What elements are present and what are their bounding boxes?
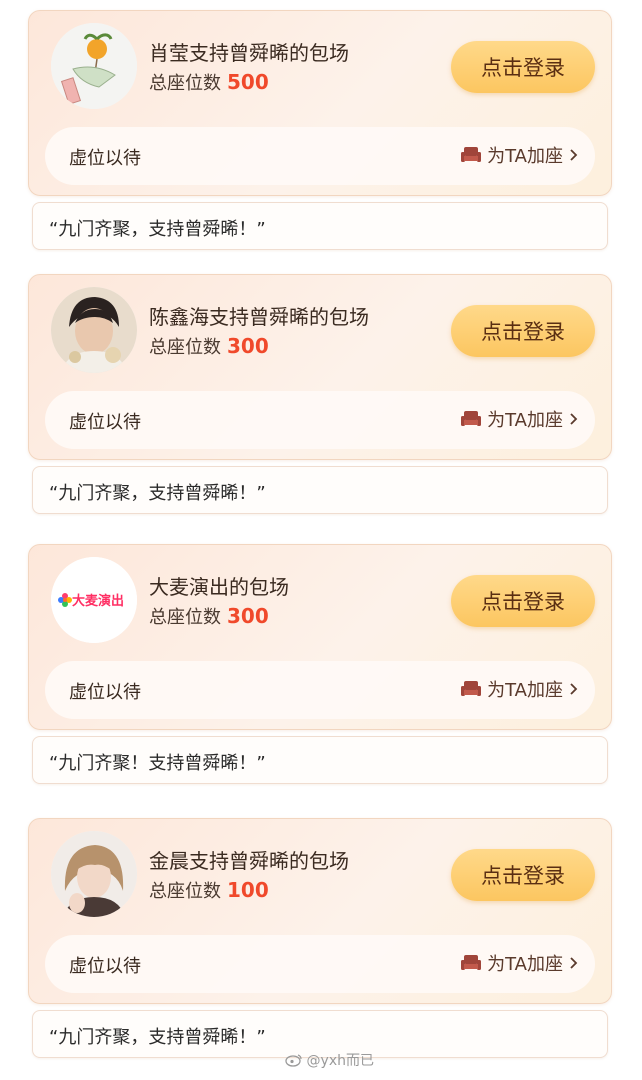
seat-status-bar: 虚位以待 为TA加座 xyxy=(45,661,595,719)
seats-count: 500 xyxy=(227,70,269,94)
total-seats: 总座位数 100 xyxy=(149,877,269,903)
total-seats: 总座位数 300 xyxy=(149,603,269,629)
sofa-icon xyxy=(461,411,482,426)
booking-block: 大麦演出 大麦演出的包场 总座位数 300 点击登录 虚位以待 为TA加座 “九门… xyxy=(28,544,612,784)
add-seat-link[interactable]: 为TA加座 xyxy=(461,950,579,976)
seats-label: 总座位数 xyxy=(149,607,221,628)
booking-card: 陈鑫海支持曾舜晞的包场 总座位数 300 点击登录 虚位以待 为TA加座 xyxy=(28,274,612,460)
support-message: “九门齐聚，支持曾舜晞！” xyxy=(32,466,608,514)
login-button[interactable]: 点击登录 xyxy=(451,41,595,93)
total-seats: 总座位数 500 xyxy=(149,69,269,95)
status-text: 虚位以待 xyxy=(69,682,141,703)
status-text: 虚位以待 xyxy=(69,148,141,169)
add-seat-label: 为TA加座 xyxy=(487,410,563,431)
seat-status-bar: 虚位以待 为TA加座 xyxy=(45,391,595,449)
chevron-right-icon xyxy=(570,413,578,425)
support-message: “九门齐聚！支持曾舜晞！” xyxy=(32,736,608,784)
seats-label: 总座位数 xyxy=(149,881,221,902)
seats-count: 100 xyxy=(227,878,269,902)
add-seat-link[interactable]: 为TA加座 xyxy=(461,142,579,168)
chevron-right-icon xyxy=(570,683,578,695)
login-button[interactable]: 点击登录 xyxy=(451,849,595,901)
avatar: 大麦演出 xyxy=(51,557,137,643)
person-photo xyxy=(51,831,137,917)
add-seat-link[interactable]: 为TA加座 xyxy=(461,406,579,432)
seats-count: 300 xyxy=(227,334,269,358)
person-photo xyxy=(51,287,137,373)
avatar xyxy=(51,831,137,917)
sofa-icon xyxy=(461,147,482,162)
total-seats: 总座位数 300 xyxy=(149,333,269,359)
chevron-right-icon xyxy=(570,957,578,969)
booking-card: 金晨支持曾舜晞的包场 总座位数 100 点击登录 虚位以待 为TA加座 xyxy=(28,818,612,1004)
booking-block: 陈鑫海支持曾舜晞的包场 总座位数 300 点击登录 虚位以待 为TA加座 “九门齐… xyxy=(28,274,612,514)
avatar xyxy=(51,287,137,373)
avatar xyxy=(51,23,137,109)
booking-card: 肖莹支持曾舜晞的包场 总座位数 500 点击登录 虚位以待 为TA加座 xyxy=(28,10,612,196)
sofa-icon xyxy=(461,681,482,696)
seat-status-bar: 虚位以待 为TA加座 xyxy=(45,935,595,993)
booking-title: 肖莹支持曾舜晞的包场 xyxy=(149,41,349,65)
damai-logo: 大麦演出 xyxy=(51,557,137,643)
booking-title: 大麦演出的包场 xyxy=(149,575,289,599)
seats-label: 总座位数 xyxy=(149,73,221,94)
booking-block: 肖莹支持曾舜晞的包场 总座位数 500 点击登录 虚位以待 为TA加座 “九门齐聚… xyxy=(28,10,612,250)
add-seat-label: 为TA加座 xyxy=(487,954,563,975)
support-message: “九门齐聚，支持曾舜晞！” xyxy=(32,202,608,250)
seats-label: 总座位数 xyxy=(149,337,221,358)
watermark-text: @yxh而已 xyxy=(306,1053,374,1069)
add-seat-label: 为TA加座 xyxy=(487,146,563,167)
status-text: 虚位以待 xyxy=(69,956,141,977)
weibo-icon xyxy=(284,1054,302,1067)
chevron-right-icon xyxy=(570,149,578,161)
wind-chime-icon xyxy=(51,23,137,109)
booking-title: 陈鑫海支持曾舜晞的包场 xyxy=(149,305,369,329)
login-button[interactable]: 点击登录 xyxy=(451,575,595,627)
add-seat-label: 为TA加座 xyxy=(487,680,563,701)
booking-block: 金晨支持曾舜晞的包场 总座位数 100 点击登录 虚位以待 为TA加座 “九门齐聚… xyxy=(28,818,612,1058)
booking-title: 金晨支持曾舜晞的包场 xyxy=(149,849,349,873)
add-seat-link[interactable]: 为TA加座 xyxy=(461,676,579,702)
booking-card: 大麦演出 大麦演出的包场 总座位数 300 点击登录 虚位以待 为TA加座 xyxy=(28,544,612,730)
seats-count: 300 xyxy=(227,604,269,628)
status-text: 虚位以待 xyxy=(69,412,141,433)
sofa-icon xyxy=(461,955,482,970)
seat-status-bar: 虚位以待 为TA加座 xyxy=(45,127,595,185)
login-button[interactable]: 点击登录 xyxy=(451,305,595,357)
watermark: @yxh而已 xyxy=(284,1050,374,1070)
logo-text: 大麦演出 xyxy=(72,593,124,609)
